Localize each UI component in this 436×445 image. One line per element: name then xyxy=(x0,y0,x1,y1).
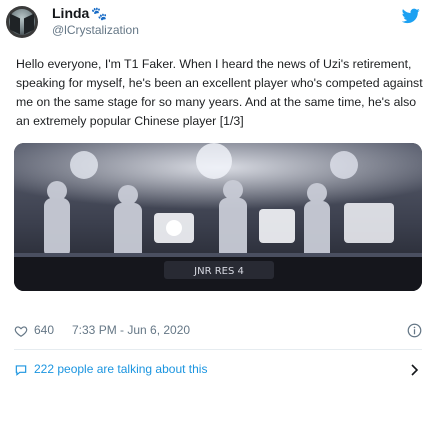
divider xyxy=(14,349,422,350)
tweet-media-image[interactable]: JNR RES 4 xyxy=(14,143,422,291)
info-icon[interactable] xyxy=(407,323,422,338)
tweet-card: Linda 🐾 @lCrystalization Hello everyone, … xyxy=(0,0,436,445)
tweet-text: Hello everyone, I'm T1 Faker. When I hea… xyxy=(16,57,423,128)
heart-icon[interactable] xyxy=(14,324,28,338)
avatar-wing-right xyxy=(24,13,34,35)
avatar[interactable] xyxy=(6,6,38,38)
comment-bubble-icon xyxy=(15,365,27,376)
tweet-meta: 640 7:33 PM - Jun 6, 2020 xyxy=(14,323,422,341)
media-caption: JNR RES 4 xyxy=(193,266,244,277)
twitter-bird-icon[interactable] xyxy=(402,8,420,24)
author-name[interactable]: Linda 🐾 xyxy=(52,5,108,22)
timestamp[interactable]: 7:33 PM - Jun 6, 2020 xyxy=(72,323,190,337)
conversation-label: 222 people are talking about this xyxy=(34,362,208,376)
stage-photo-icon: JNR RES 4 xyxy=(14,143,422,291)
avatar-wing-left xyxy=(10,13,20,35)
chevron-right-icon xyxy=(411,364,419,376)
conversation-link[interactable]: 222 people are talking about this xyxy=(14,362,422,382)
author-name-emoji: 🐾 xyxy=(91,6,108,21)
author-name-text: Linda xyxy=(52,5,90,21)
author-handle[interactable]: @lCrystalization xyxy=(52,23,139,37)
likes-count[interactable]: 640 xyxy=(34,323,54,337)
